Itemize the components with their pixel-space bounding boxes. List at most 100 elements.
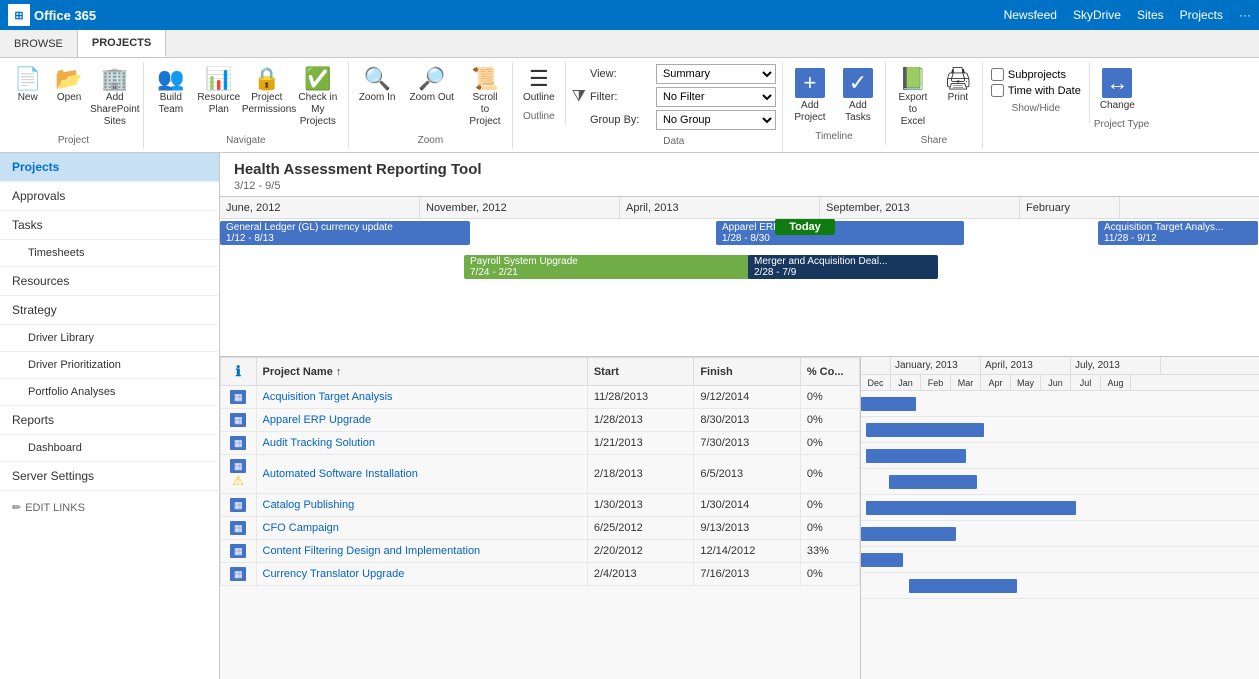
gantt-month-3: September, 2013	[820, 197, 1020, 218]
tab-browse[interactable]: BROWSE	[0, 30, 78, 57]
main-area: Projects Approvals Tasks Timesheets Reso…	[0, 153, 1259, 679]
sidebar-item-timesheets[interactable]: Timesheets	[0, 240, 219, 267]
table-row: ▦ Apparel ERP Upgrade 1/28/2013 8/30/201…	[221, 409, 860, 432]
nav-newsfeed[interactable]: Newsfeed	[1004, 8, 1057, 22]
print-button[interactable]: 🖨 Print	[938, 64, 978, 108]
sidebar-item-tasks[interactable]: Tasks	[0, 211, 219, 240]
timewithdate-row: Time with Date	[991, 84, 1081, 97]
sidebar-item-dashboard[interactable]: Dashboard	[0, 435, 219, 462]
sidebar-item-driver-prioritization[interactable]: Driver Prioritization	[0, 352, 219, 379]
add-sharepoint-button[interactable]: 🏢 Add SharePoint Sites	[91, 64, 139, 132]
sidebar-item-resources[interactable]: Resources	[0, 267, 219, 296]
zoom-in-button[interactable]: 🔍 Zoom In	[353, 64, 402, 108]
mini-gantt-bar	[861, 553, 903, 567]
mini-gantt-bar	[866, 423, 984, 437]
new-icon: 📄	[14, 68, 41, 90]
project-permissions-button[interactable]: 🔒 Project Permissions	[244, 64, 290, 120]
mini-gantt-bar	[866, 449, 966, 463]
add-project-button[interactable]: + Add Project	[787, 64, 833, 128]
edit-links[interactable]: ✏ EDIT LINKS	[0, 491, 219, 524]
row-type-icon: ▦	[230, 436, 246, 450]
resource-plan-button[interactable]: 📊 Resource Plan	[196, 64, 242, 120]
scroll-to-project-button[interactable]: 📜 Scroll to Project	[462, 64, 508, 132]
mini-gantt-bar	[889, 475, 977, 489]
gantt-right-panel: January, 2013 April, 2013 July, 2013 Dec…	[860, 357, 1259, 679]
tab-projects[interactable]: PROJECTS	[78, 30, 166, 57]
project-link[interactable]: Acquisition Target Analysis	[263, 391, 393, 403]
nav-skydrive[interactable]: SkyDrive	[1073, 8, 1121, 22]
row-pct: 0%	[800, 494, 859, 517]
gantt-bar-payroll-label: Payroll System Upgrade7/24 - 2/21	[470, 256, 578, 278]
th-start[interactable]: Start	[587, 358, 694, 386]
project-title: Health Assessment Reporting Tool	[234, 161, 1245, 178]
row-icon-cell: ▦	[221, 432, 257, 455]
subprojects-checkbox[interactable]	[991, 68, 1004, 81]
view-select[interactable]: Summary	[656, 64, 776, 84]
gantt-header: Health Assessment Reporting Tool 3/12 - …	[220, 153, 1259, 197]
nav-projects[interactable]: Projects	[1180, 8, 1223, 22]
sidebar-item-approvals[interactable]: Approvals	[0, 182, 219, 211]
gantt-jul: Jul	[1071, 375, 1101, 390]
change-icon: ↔	[1102, 68, 1132, 98]
gantt-year-label-2: April, 2013	[981, 357, 1071, 374]
gantt-feb: Feb	[921, 375, 951, 390]
table-row: ▦ Acquisition Target Analysis 11/28/2013…	[221, 386, 860, 409]
table-row: ▦ Catalog Publishing 1/30/2013 1/30/2014…	[221, 494, 860, 517]
row-name: Catalog Publishing	[256, 494, 587, 517]
zoom-out-button[interactable]: 🔎 Zoom Out	[404, 64, 460, 108]
add-tasks-button[interactable]: ✓ Add Tasks	[835, 64, 881, 128]
gantt-bar-row	[861, 495, 1259, 521]
row-start: 1/21/2013	[587, 432, 694, 455]
project-link[interactable]: Currency Translator Upgrade	[263, 568, 405, 580]
sidebar-item-projects[interactable]: Projects	[0, 153, 219, 182]
print-label: Print	[948, 92, 969, 104]
project-link[interactable]: Catalog Publishing	[263, 499, 355, 511]
sidebar-item-portfolio-analyses[interactable]: Portfolio Analyses	[0, 379, 219, 406]
sidebar-item-strategy[interactable]: Strategy	[0, 296, 219, 325]
row-pct: 0%	[800, 386, 859, 409]
groupby-select[interactable]: No Group	[656, 110, 776, 130]
project-link[interactable]: Apparel ERP Upgrade	[263, 414, 372, 426]
project-link[interactable]: CFO Campaign	[263, 522, 339, 534]
build-team-button[interactable]: 👥 Build Team	[148, 64, 194, 120]
add-tasks-icon: ✓	[843, 68, 873, 98]
project-table-container: ℹ Project Name ↑ Start Finish % Co... ▦ …	[220, 357, 860, 679]
projecttype-section-label: Project Type	[1094, 116, 1149, 133]
row-finish: 7/16/2013	[694, 563, 801, 586]
new-button[interactable]: 📄 New	[8, 64, 47, 108]
warning-icon: ⚠	[232, 473, 244, 488]
th-finish[interactable]: Finish	[694, 358, 801, 386]
th-name[interactable]: Project Name ↑	[256, 358, 587, 386]
sidebar-item-reports[interactable]: Reports	[0, 406, 219, 435]
permissions-label: Project Permissions	[242, 92, 292, 116]
outline-button[interactable]: ☰ Outline	[517, 64, 561, 108]
project-link[interactable]: Automated Software Installation	[263, 468, 418, 480]
nav-sites[interactable]: Sites	[1137, 8, 1164, 22]
export-excel-icon: 📗	[899, 68, 926, 90]
nav-more[interactable]: ···	[1239, 8, 1251, 22]
th-pct[interactable]: % Co...	[800, 358, 859, 386]
change-button[interactable]: ↔ Change	[1094, 64, 1141, 116]
permissions-icon: 🔒	[253, 68, 280, 90]
export-excel-label: Export to Excel	[896, 92, 930, 128]
project-link[interactable]: Content Filtering Design and Implementat…	[263, 545, 481, 557]
export-excel-button[interactable]: 📗 Export to Excel	[890, 64, 936, 132]
row-type-icon: ▦	[230, 544, 246, 558]
project-link[interactable]: Audit Tracking Solution	[263, 437, 376, 449]
sidebar-item-server-settings[interactable]: Server Settings	[0, 462, 219, 491]
subprojects-label: Subprojects	[1008, 69, 1066, 81]
build-team-icon: 👥	[157, 68, 184, 90]
timewithdate-checkbox[interactable]	[991, 84, 1004, 97]
sidebar-item-driver-library[interactable]: Driver Library	[0, 325, 219, 352]
check-in-projects-button[interactable]: ✅ Check in My Projects	[292, 64, 344, 132]
gantt-bars-area: General Ledger (GL) currency update1/12 …	[220, 219, 1259, 335]
row-name: Automated Software Installation	[256, 455, 587, 494]
gantt-bar-row	[861, 417, 1259, 443]
app-title: Office 365	[34, 8, 96, 23]
filter-select[interactable]: No Filter	[656, 87, 776, 107]
mini-gantt-bar	[861, 397, 916, 411]
open-button[interactable]: 📂 Open	[49, 64, 88, 108]
row-finish: 8/30/2013	[694, 409, 801, 432]
gantt-bar-row	[861, 391, 1259, 417]
build-team-label: Build Team	[154, 92, 188, 116]
